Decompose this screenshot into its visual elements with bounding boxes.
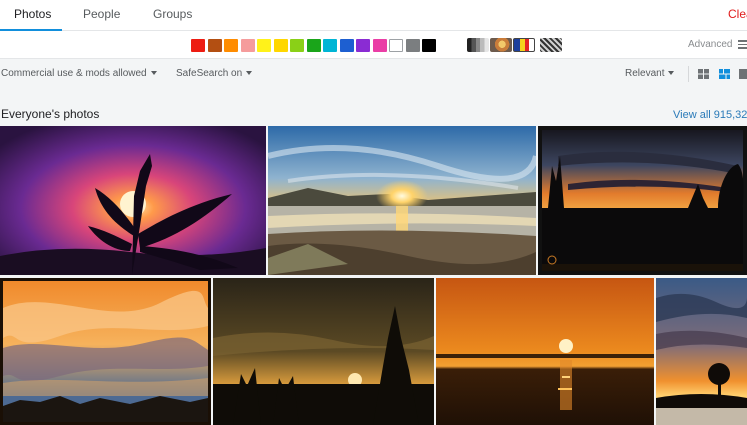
color-swatch-red[interactable] bbox=[191, 39, 205, 52]
photo-thumbnail bbox=[0, 278, 211, 425]
photo-tile[interactable] bbox=[656, 278, 747, 425]
justified-view-icon[interactable] bbox=[719, 69, 730, 79]
photo-tile[interactable] bbox=[436, 278, 654, 425]
photo-thumbnail bbox=[213, 278, 434, 425]
color-swatch-lemon-yellow[interactable] bbox=[257, 39, 271, 52]
safesearch-label: SafeSearch on bbox=[176, 68, 243, 79]
color-swatch-pink[interactable] bbox=[241, 39, 255, 52]
color-swatch-gray[interactable] bbox=[406, 39, 420, 52]
divider bbox=[688, 66, 689, 82]
photo-tile[interactable] bbox=[0, 278, 211, 425]
color-swatch-green[interactable] bbox=[290, 39, 304, 52]
filter-bar: Commercial use & mods allowed SafeSearch… bbox=[0, 60, 747, 88]
color-swatch-violet[interactable] bbox=[356, 39, 370, 52]
tab-photos[interactable]: Photos bbox=[0, 0, 62, 31]
photo-thumbnail bbox=[268, 126, 536, 275]
black-and-white-icon[interactable] bbox=[467, 38, 489, 52]
search-type-tabs: Photos People Groups Clear bbox=[0, 0, 747, 31]
photo-tile[interactable] bbox=[0, 126, 266, 275]
photo-thumbnail bbox=[538, 126, 747, 275]
license-dropdown[interactable]: Commercial use & mods allowed bbox=[1, 68, 157, 79]
clear-search-link[interactable]: Clear bbox=[728, 0, 747, 31]
chevron-down-icon bbox=[668, 71, 675, 75]
chevron-down-icon bbox=[150, 71, 157, 75]
photo-tile[interactable] bbox=[268, 126, 536, 275]
color-swatch-black[interactable] bbox=[422, 39, 436, 52]
chevron-down-icon bbox=[246, 71, 253, 75]
safesearch-dropdown[interactable]: SafeSearch on bbox=[176, 68, 253, 79]
minimalism-icon[interactable] bbox=[513, 38, 535, 52]
color-swatch-white[interactable] bbox=[389, 39, 403, 52]
small-grid-view-icon[interactable] bbox=[698, 69, 709, 79]
color-swatch-dark-lime-green[interactable] bbox=[307, 39, 321, 52]
color-swatch-dark-orange[interactable] bbox=[208, 39, 222, 52]
sort-label: Relevant bbox=[625, 68, 665, 79]
color-filter-bar: Advanced bbox=[0, 31, 747, 59]
color-swatch-school-bus-yellow[interactable] bbox=[274, 39, 288, 52]
menu-icon[interactable] bbox=[738, 40, 747, 49]
photo-tile[interactable] bbox=[213, 278, 434, 425]
tab-people[interactable]: People bbox=[83, 0, 120, 31]
shallow-depth-of-field-icon[interactable] bbox=[490, 38, 512, 52]
view-all-link[interactable]: View all 915,32 bbox=[673, 109, 747, 121]
patterns-icon[interactable] bbox=[540, 38, 562, 52]
section-title: Everyone's photos bbox=[1, 107, 100, 121]
photo-tile[interactable] bbox=[538, 126, 747, 275]
color-swatch-cyan[interactable] bbox=[323, 39, 337, 52]
photo-thumbnail bbox=[656, 278, 747, 425]
large-view-icon[interactable] bbox=[739, 69, 747, 79]
color-swatch-orange[interactable] bbox=[224, 39, 238, 52]
advanced-filters-button[interactable]: Advanced bbox=[688, 39, 732, 50]
color-swatch-pink-magenta[interactable] bbox=[373, 39, 387, 52]
photo-thumbnail bbox=[436, 278, 654, 425]
photo-thumbnail bbox=[0, 126, 266, 275]
sort-dropdown[interactable]: Relevant bbox=[625, 68, 675, 79]
tab-groups[interactable]: Groups bbox=[153, 0, 192, 31]
license-label: Commercial use & mods allowed bbox=[1, 68, 147, 79]
color-swatch-blue[interactable] bbox=[340, 39, 354, 52]
